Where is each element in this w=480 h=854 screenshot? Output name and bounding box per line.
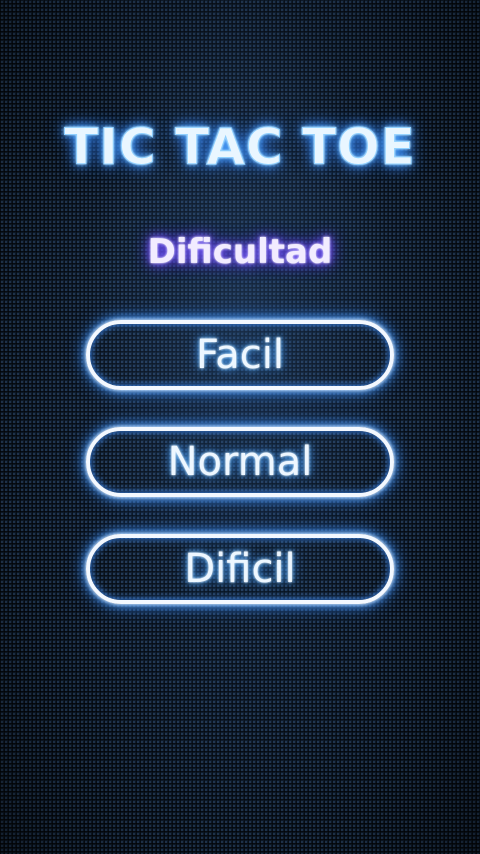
normal-button-label: Normal (167, 439, 313, 485)
normal-button[interactable]: Normal (86, 427, 394, 497)
game-title: TIC TAC TOE (64, 118, 416, 177)
easy-button[interactable]: Facil (86, 320, 394, 390)
difficulty-heading: Dificultad (147, 232, 333, 272)
hard-button-label: Dificil (184, 546, 296, 592)
easy-button-label: Facil (195, 332, 285, 378)
hard-button[interactable]: Dificil (86, 534, 394, 604)
